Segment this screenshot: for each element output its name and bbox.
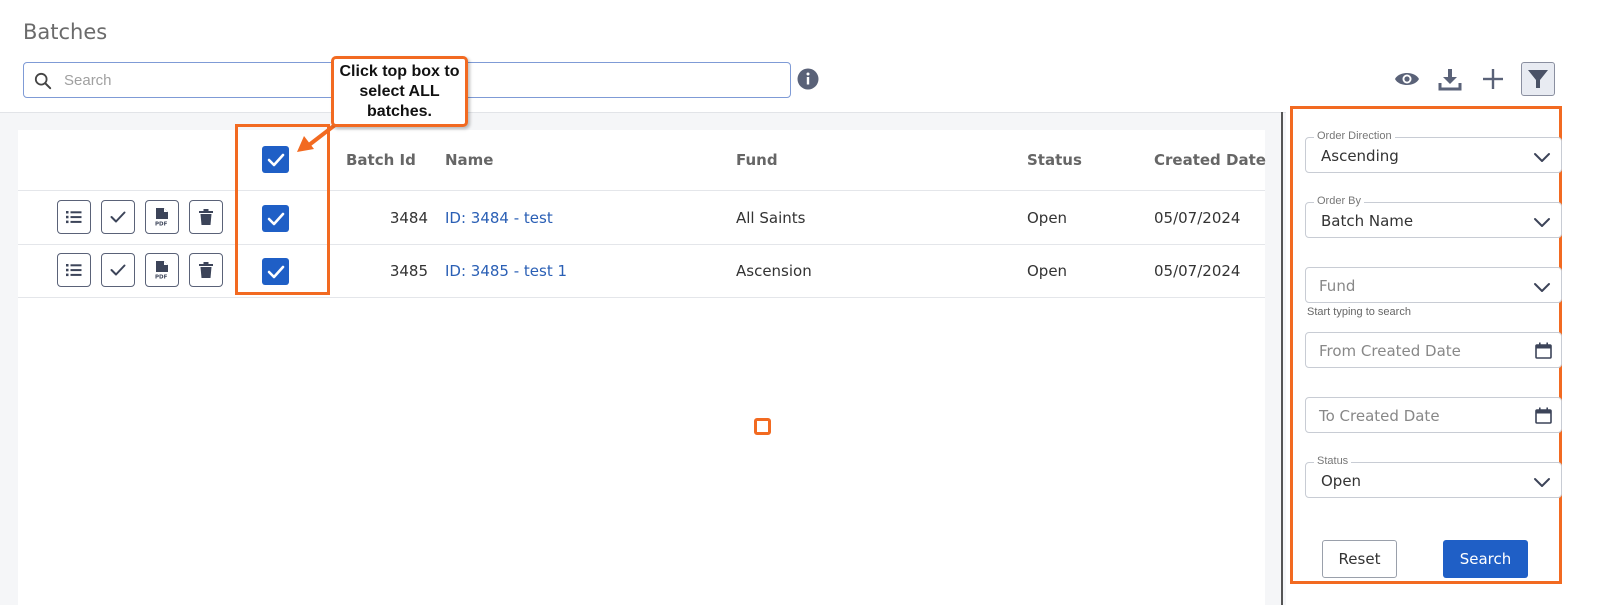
row-divider <box>18 244 1265 245</box>
status-cell: Open <box>1027 209 1068 227</box>
batch-id-cell: 3485 <box>389 262 428 280</box>
chevron-down-icon <box>1534 218 1550 227</box>
page-title: Batches <box>23 20 108 44</box>
search-icon <box>34 72 52 90</box>
check-icon <box>110 211 126 223</box>
pdf-button[interactable]: PDF <box>145 253 179 287</box>
download-button[interactable] <box>1433 62 1467 96</box>
delete-button[interactable] <box>189 253 223 287</box>
details-button[interactable] <box>57 200 91 234</box>
created-date-cell: 05/07/2024 <box>1154 262 1241 280</box>
annotation-arrow-icon <box>297 123 337 152</box>
list-icon <box>66 211 82 224</box>
from-date-placeholder: From Created Date <box>1319 342 1461 360</box>
view-button[interactable] <box>1390 62 1424 96</box>
order-direction-label: Order Direction <box>1314 130 1395 142</box>
approve-button[interactable] <box>101 253 135 287</box>
order-by-value: Batch Name <box>1321 212 1414 230</box>
filter-icon <box>1528 70 1548 88</box>
batch-name-link[interactable]: ID: 3485 - test 1 <box>445 262 567 280</box>
status-select[interactable]: Status Open <box>1305 455 1562 498</box>
pdf-icon: PDF <box>155 208 168 228</box>
search-button[interactable]: Search <box>1443 540 1528 578</box>
filter-panel: Order Direction Ascending Order By Batch… <box>1290 106 1562 584</box>
delete-button[interactable] <box>189 200 223 234</box>
row-divider <box>18 190 1265 191</box>
order-by-select[interactable]: Order By Batch Name <box>1305 195 1562 238</box>
trash-icon <box>199 262 213 278</box>
details-button[interactable] <box>57 253 91 287</box>
fund-autocomplete[interactable]: Fund <box>1305 267 1562 303</box>
calendar-icon[interactable] <box>1535 342 1552 359</box>
chevron-down-icon <box>1534 478 1550 487</box>
filter-button[interactable] <box>1521 62 1555 96</box>
cursor-marker <box>754 418 771 435</box>
fund-hint: Start typing to search <box>1307 306 1411 318</box>
calendar-icon[interactable] <box>1535 407 1552 424</box>
pdf-button[interactable]: PDF <box>145 200 179 234</box>
eye-icon <box>1395 73 1419 85</box>
info-icon[interactable] <box>797 68 819 90</box>
status-cell: Open <box>1027 262 1068 280</box>
plus-icon <box>1483 69 1503 89</box>
fund-cell: Ascension <box>736 262 812 280</box>
column-header-fund[interactable]: Fund <box>736 151 778 169</box>
created-date-cell: 05/07/2024 <box>1154 209 1241 227</box>
fund-placeholder: Fund <box>1319 277 1356 295</box>
fund-cell: All Saints <box>736 209 806 227</box>
svg-text:PDF: PDF <box>155 222 168 228</box>
add-button[interactable] <box>1476 62 1510 96</box>
order-direction-value: Ascending <box>1321 147 1399 165</box>
order-direction-select[interactable]: Order Direction Ascending <box>1305 130 1562 173</box>
trash-icon <box>199 209 213 225</box>
pdf-icon: PDF <box>155 261 168 281</box>
column-header-batch-id[interactable]: Batch Id <box>346 151 416 169</box>
approve-button[interactable] <box>101 200 135 234</box>
status-label: Status <box>1314 455 1352 467</box>
status-value: Open <box>1321 472 1362 490</box>
to-date-placeholder: To Created Date <box>1319 407 1440 425</box>
order-by-label: Order By <box>1314 195 1365 207</box>
batch-id-cell: 3484 <box>389 209 428 227</box>
check-icon <box>110 264 126 276</box>
chevron-down-icon <box>1534 153 1550 162</box>
column-header-created-date[interactable]: Created Date <box>1154 151 1266 169</box>
to-created-date-field[interactable]: To Created Date <box>1305 397 1562 433</box>
svg-text:PDF: PDF <box>155 275 168 281</box>
panel-divider <box>1281 112 1283 605</box>
annotation-callout: Click top box to select ALL batches. <box>331 56 468 127</box>
download-icon <box>1438 69 1462 91</box>
list-icon <box>66 264 82 277</box>
chevron-down-icon <box>1534 283 1550 292</box>
column-header-status[interactable]: Status <box>1027 151 1082 169</box>
from-created-date-field[interactable]: From Created Date <box>1305 332 1562 368</box>
row-divider <box>18 297 1265 298</box>
column-header-name[interactable]: Name <box>445 151 493 169</box>
reset-button[interactable]: Reset <box>1322 540 1397 578</box>
batch-name-link[interactable]: ID: 3484 - test <box>445 209 553 227</box>
